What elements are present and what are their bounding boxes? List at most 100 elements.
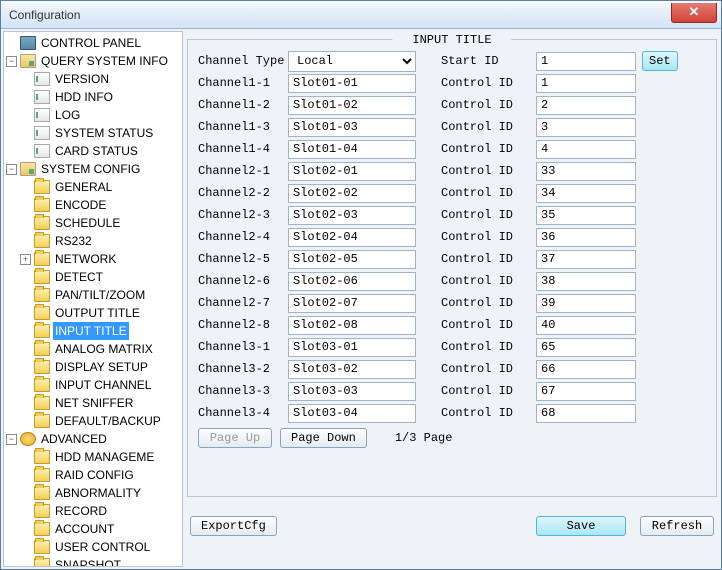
tree-display-setup[interactable]: DISPLAY SETUP [18,358,182,376]
collapse-icon[interactable]: − [6,434,17,445]
slot-input[interactable] [288,96,416,115]
tree-output-title[interactable]: OUTPUT TITLE [18,304,182,322]
tree-label: SYSTEM STATUS [53,124,155,142]
control-id-input[interactable] [536,184,636,203]
titlebar[interactable]: Configuration ✕ [1,1,721,29]
tree-label: QUERY SYSTEM INFO [39,52,170,70]
tree-label: SNAPSHOT [53,556,123,567]
slot-input[interactable] [288,404,416,423]
tree-card-status[interactable]: CARD STATUS [18,142,182,160]
tree-raid-config[interactable]: RAID CONFIG [18,466,182,484]
config-window: Configuration ✕ CONTROL PANEL − QUERY SY… [0,0,722,570]
tree-system-status[interactable]: SYSTEM STATUS [18,124,182,142]
channel-label: Channel2-5 [198,252,288,266]
slot-input[interactable] [288,162,416,181]
tree-rs232[interactable]: RS232 [18,232,182,250]
slot-input[interactable] [288,272,416,291]
page-down-button[interactable]: Page Down [280,428,367,448]
tree-label: ABNORMALITY [53,484,143,502]
refresh-button[interactable]: Refresh [640,516,714,536]
close-button[interactable]: ✕ [671,3,717,23]
tree-advanced[interactable]: − ADVANCED [4,430,182,448]
tree-net-sniffer[interactable]: NET SNIFFER [18,394,182,412]
tree-label: DISPLAY SETUP [53,358,150,376]
tree-general[interactable]: GENERAL [18,178,182,196]
control-id-input[interactable] [536,404,636,423]
slot-input[interactable] [288,118,416,137]
slot-input[interactable] [288,228,416,247]
tree-input-title[interactable]: INPUT TITLE [18,322,182,340]
control-id-input[interactable] [536,162,636,181]
tree-control-panel[interactable]: CONTROL PANEL [4,34,182,52]
expand-icon[interactable]: + [20,254,31,265]
tree-encode[interactable]: ENCODE [18,196,182,214]
tree-account[interactable]: ACCOUNT [18,520,182,538]
channel-label: Channel3-2 [198,362,288,376]
tree-query[interactable]: − QUERY SYSTEM INFO [4,52,182,70]
tree-pane[interactable]: CONTROL PANEL − QUERY SYSTEM INFO VERSIO… [3,31,183,567]
tree-network[interactable]: + NETWORK [18,250,182,268]
tree-system-config[interactable]: − SYSTEM CONFIG [4,160,182,178]
channel-label: Channel1-4 [198,142,288,156]
collapse-icon[interactable]: − [6,164,17,175]
tree-schedule[interactable]: SCHEDULE [18,214,182,232]
tree-default-backup[interactable]: DEFAULT/BACKUP [18,412,182,430]
slot-input[interactable] [288,206,416,225]
folder-icon [34,468,50,482]
tree-version[interactable]: VERSION [18,70,182,88]
close-icon: ✕ [689,4,700,19]
export-cfg-button[interactable]: ExportCfg [190,516,277,536]
page-up-button[interactable]: Page Up [198,428,272,448]
control-id-input[interactable] [536,360,636,379]
slot-input[interactable] [288,382,416,401]
folder-icon [34,306,50,320]
tree-hdd-info[interactable]: HDD INFO [18,88,182,106]
folder-icon [34,540,50,554]
control-id-input[interactable] [536,294,636,313]
slot-input[interactable] [288,74,416,93]
tree-abnormality[interactable]: ABNORMALITY [18,484,182,502]
start-id-input[interactable] [536,52,636,71]
tree-log[interactable]: LOG [18,106,182,124]
tree-label: NETWORK [53,250,118,268]
tree-detect[interactable]: DETECT [18,268,182,286]
slot-input[interactable] [288,184,416,203]
save-button[interactable]: Save [536,516,626,536]
control-id-input[interactable] [536,74,636,93]
control-id-input[interactable] [536,206,636,225]
control-id-input[interactable] [536,338,636,357]
control-id-input[interactable] [536,316,636,335]
control-id-input[interactable] [536,228,636,247]
collapse-icon[interactable]: − [6,56,17,67]
control-id-input[interactable] [536,272,636,291]
slot-input[interactable] [288,338,416,357]
group-icon [20,54,36,68]
tree-input-channel[interactable]: INPUT CHANNEL [18,376,182,394]
slot-input[interactable] [288,250,416,269]
channel-type-label: Channel Type [198,54,288,68]
tree-label: GENERAL [53,178,114,196]
slot-input[interactable] [288,360,416,379]
channel-label: Channel2-2 [198,186,288,200]
control-id-input[interactable] [536,250,636,269]
channel-type-select[interactable]: Local [288,51,416,72]
tree-record[interactable]: RECORD [18,502,182,520]
tree-snapshot[interactable]: SNAPSHOT [18,556,182,567]
slot-input[interactable] [288,316,416,335]
folder-icon [34,558,50,567]
tree-pantilt[interactable]: PAN/TILT/ZOOM [18,286,182,304]
set-button[interactable]: Set [642,51,678,71]
control-id-input[interactable] [536,382,636,401]
control-id-input[interactable] [536,118,636,137]
control-id-input[interactable] [536,140,636,159]
pager-row: Page Up Page Down 1/3 Page [198,428,706,448]
slot-input[interactable] [288,294,416,313]
tree-label: ADVANCED [39,430,109,448]
tree-hdd-management[interactable]: HDD MANAGEME [18,448,182,466]
folder-icon [34,522,50,536]
tree-user-control[interactable]: USER CONTROL [18,538,182,556]
control-id-input[interactable] [536,96,636,115]
tree-analog-matrix[interactable]: ANALOG MATRIX [18,340,182,358]
control-id-label: Control ID [441,296,536,310]
slot-input[interactable] [288,140,416,159]
